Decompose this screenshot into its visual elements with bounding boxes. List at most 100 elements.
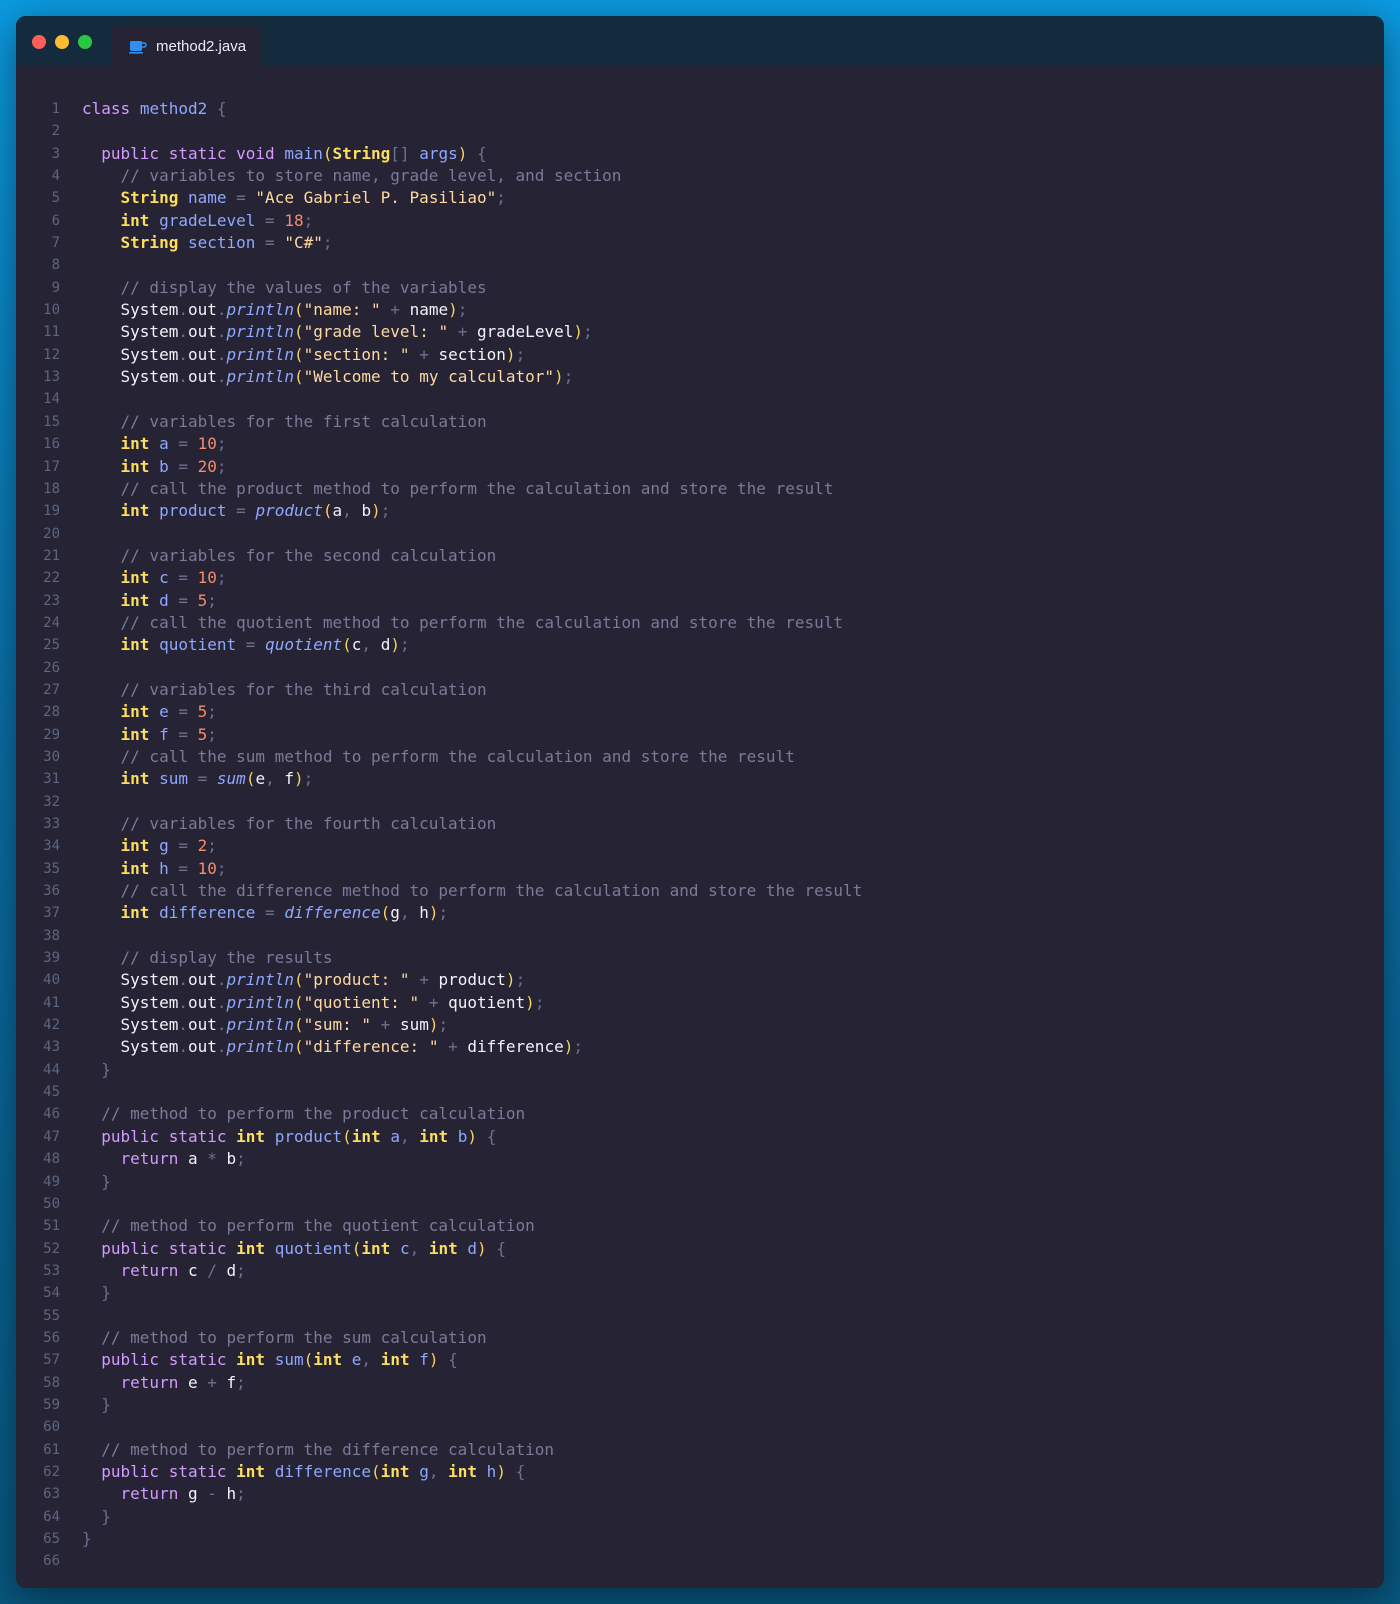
code-line[interactable]: 15 // variables for the first calculatio… (16, 411, 1384, 433)
code-line[interactable]: 8 (16, 254, 1384, 276)
code-line[interactable]: 38 (16, 925, 1384, 947)
line-number: 62 (43, 1463, 60, 1480)
line-number: 6 (51, 212, 60, 229)
code-line[interactable]: 29 int f = 5; (16, 724, 1384, 746)
code-text: class method2 { (82, 99, 227, 118)
line-number: 57 (43, 1352, 60, 1369)
code-line[interactable]: 25 int quotient = quotient(c, d); (16, 634, 1384, 656)
code-line[interactable]: 40 System.out.println("product: " + prod… (16, 969, 1384, 991)
code-line[interactable]: 36 // call the difference method to perf… (16, 880, 1384, 902)
line-number: 54 (43, 1285, 60, 1302)
line-number: 17 (43, 458, 60, 475)
code-line[interactable]: 22 int c = 10; (16, 567, 1384, 589)
code-line[interactable]: 18 // call the product method to perform… (16, 478, 1384, 500)
code-line[interactable]: 30 // call the sum method to perform the… (16, 746, 1384, 768)
line-number: 20 (43, 525, 60, 542)
line-number: 4 (51, 168, 60, 185)
code-line[interactable]: 33 // variables for the fourth calculati… (16, 813, 1384, 835)
code-text: System.out.println("sum: " + sum); (120, 1015, 449, 1035)
code-line[interactable]: 58 return e + f; (16, 1372, 1384, 1394)
line-number: 27 (43, 681, 60, 698)
code-text: // variables for the fourth calculation (120, 814, 497, 833)
tab-title: method2.java (156, 37, 247, 55)
code-line[interactable]: 52 public static int quotient(int c, int… (16, 1238, 1384, 1260)
code-line[interactable]: 57 public static int sum(int e, int f) { (16, 1349, 1384, 1371)
code-text: // call the product method to perform th… (120, 478, 834, 498)
code-line[interactable]: 62 public static int difference(int g, i… (16, 1461, 1384, 1483)
minimize-window-button[interactable] (55, 35, 69, 49)
code-line[interactable]: 35 int h = 10; (16, 858, 1384, 880)
code-line[interactable]: 16 int a = 10; (16, 433, 1384, 455)
code-text: // call the difference method to perform… (120, 881, 863, 901)
code-line[interactable]: 23 int d = 5; (16, 590, 1384, 612)
code-text: // display the values of the variables (120, 277, 487, 297)
code-line[interactable]: 20 (16, 523, 1384, 545)
code-line[interactable]: 11 System.out.println("grade level: " + … (16, 321, 1384, 343)
line-number: 37 (43, 905, 60, 922)
code-line[interactable]: 66 (16, 1550, 1384, 1572)
code-line[interactable]: 61 // method to perform the difference c… (16, 1439, 1384, 1461)
line-number: 14 (43, 391, 60, 408)
code-line[interactable]: 41 System.out.println("quotient: " + quo… (16, 992, 1384, 1014)
code-line[interactable]: 4 // variables to store name, grade leve… (16, 165, 1384, 187)
code-line[interactable]: 34 int g = 2; (16, 835, 1384, 857)
code-line[interactable]: 13 System.out.println("Welcome to my cal… (16, 366, 1384, 388)
code-line[interactable]: 5 String name = "Ace Gabriel P. Pasiliao… (16, 187, 1384, 209)
code-line[interactable]: 9 // display the values of the variables (16, 277, 1384, 299)
code-line[interactable]: 63 return g - h; (16, 1483, 1384, 1505)
code-line[interactable]: 55 (16, 1305, 1384, 1327)
line-number: 25 (43, 637, 60, 654)
line-number: 18 (43, 480, 60, 497)
code-line[interactable]: 65} (16, 1528, 1384, 1550)
close-window-button[interactable] (32, 35, 46, 49)
code-line[interactable]: 44 } (16, 1059, 1384, 1081)
code-line[interactable]: 19 int product = product(a, b); (16, 500, 1384, 522)
code-line[interactable]: 53 return c / d; (16, 1260, 1384, 1282)
code-line[interactable]: 12 System.out.println("section: " + sect… (16, 344, 1384, 366)
code-line[interactable]: 7 String section = "C#"; (16, 232, 1384, 254)
code-text: System.out.println("name: " + name); (120, 300, 468, 320)
code-line[interactable]: 6 int gradeLevel = 18; (16, 210, 1384, 232)
line-number: 48 (43, 1151, 60, 1168)
code-line[interactable]: 3 public static void main(String[] args)… (16, 143, 1384, 165)
code-line[interactable]: 14 (16, 388, 1384, 410)
code-line[interactable]: 1 class method2 { (16, 98, 1384, 120)
code-line[interactable]: 37 int difference = difference(g, h); (16, 902, 1384, 924)
code-line[interactable]: 24 // call the quotient method to perfor… (16, 612, 1384, 634)
line-number: 21 (43, 547, 60, 564)
code-line[interactable]: 46 // method to perform the product calc… (16, 1103, 1384, 1125)
code-line[interactable]: 21 // variables for the second calculati… (16, 545, 1384, 567)
code-line[interactable]: 47 public static int product(int a, int … (16, 1126, 1384, 1148)
line-number: 12 (43, 346, 60, 363)
code-line[interactable]: 56 // method to perform the sum calculat… (16, 1327, 1384, 1349)
code-text: int g = 2; (120, 836, 217, 856)
code-line[interactable]: 2 (16, 120, 1384, 142)
code-editor[interactable]: 1 class method2 {2 3 public static void ma… (16, 98, 1384, 1573)
code-line[interactable]: 28 int e = 5; (16, 701, 1384, 723)
code-line[interactable]: 17 int b = 20; (16, 456, 1384, 478)
code-line[interactable]: 59 } (16, 1394, 1384, 1416)
code-text: int h = 10; (120, 858, 227, 878)
code-line[interactable]: 49 } (16, 1171, 1384, 1193)
code-line[interactable]: 32 (16, 791, 1384, 813)
code-line[interactable]: 27 // variables for the third calculatio… (16, 679, 1384, 701)
code-line[interactable]: 31 int sum = sum(e, f); (16, 768, 1384, 790)
code-line[interactable]: 54 } (16, 1282, 1384, 1304)
code-line[interactable]: 39 // display the results (16, 947, 1384, 969)
code-line[interactable]: 51 // method to perform the quotient cal… (16, 1215, 1384, 1237)
code-line[interactable]: 26 (16, 657, 1384, 679)
line-number: 56 (43, 1329, 60, 1346)
code-text: return c / d; (120, 1260, 246, 1280)
code-line[interactable]: 50 (16, 1193, 1384, 1215)
code-text: return g - h; (120, 1484, 246, 1504)
code-line[interactable]: 48 return a * b; (16, 1148, 1384, 1170)
tab-method2-java[interactable]: method2.java (111, 26, 261, 66)
maximize-window-button[interactable] (78, 35, 92, 49)
code-line[interactable]: 10 System.out.println("name: " + name); (16, 299, 1384, 321)
code-line[interactable]: 60 (16, 1416, 1384, 1438)
code-line[interactable]: 42 System.out.println("sum: " + sum); (16, 1014, 1384, 1036)
code-text: // call the sum method to perform the ca… (120, 746, 795, 766)
code-line[interactable]: 43 System.out.println("difference: " + d… (16, 1036, 1384, 1058)
code-line[interactable]: 64 } (16, 1506, 1384, 1528)
code-line[interactable]: 45 (16, 1081, 1384, 1103)
